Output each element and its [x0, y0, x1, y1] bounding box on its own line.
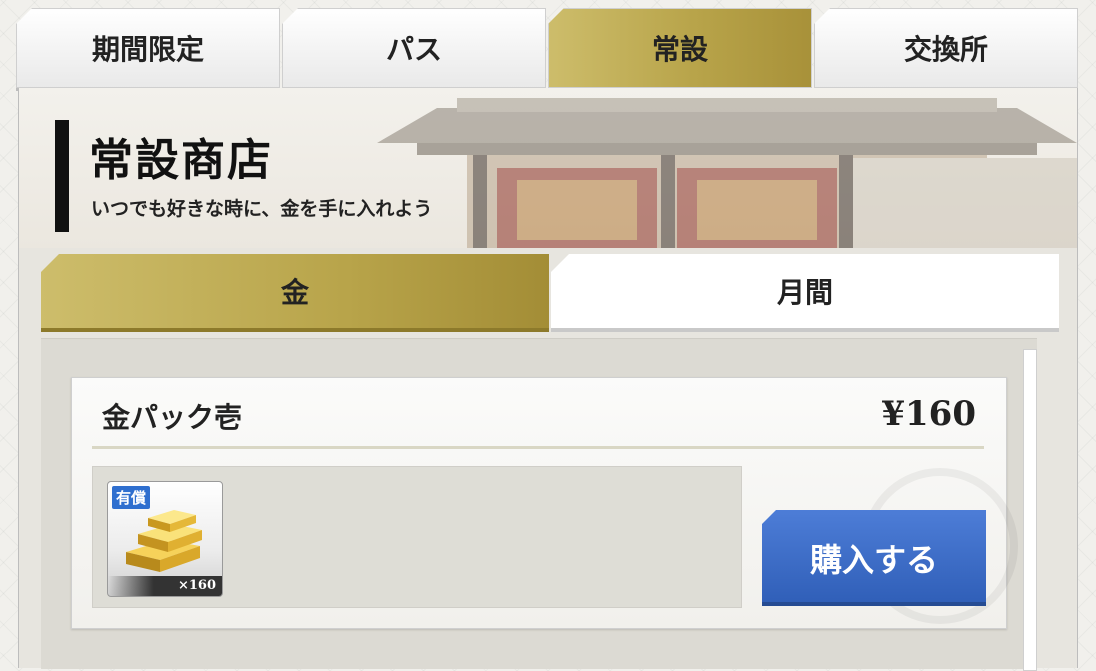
page-subtitle: いつでも好きな時に、金を手に入れよう — [91, 198, 433, 220]
buy-button[interactable]: 購入する — [762, 510, 986, 606]
scrollbar[interactable] — [1023, 349, 1037, 671]
subtab-monthly[interactable]: 月間 — [551, 254, 1059, 332]
paid-badge: 有償 — [112, 486, 151, 509]
item-quantity: ×160 — [108, 576, 222, 596]
tab-pass-label: パス — [385, 33, 442, 66]
product-price: ¥160 — [881, 394, 976, 434]
product-name: 金パック壱 — [102, 401, 243, 434]
tab-permanent[interactable]: 常設 — [548, 8, 812, 91]
temple-background-image — [377, 98, 1077, 248]
sub-tab-bar: 金 月間 — [41, 254, 1059, 332]
product-list: 金パック壱 ¥160 有償 ×160 購入する — [41, 338, 1037, 671]
product-card: 金パック壱 ¥160 有償 ×160 購入する — [71, 377, 1018, 629]
shop-panel: 常設商店 いつでも好きな時に、金を手に入れよう 金 月間 金パック壱 ¥160 — [18, 88, 1078, 671]
shop-header: 常設商店 いつでも好きな時に、金を手に入れよう — [19, 88, 1077, 248]
subtab-gold[interactable]: 金 — [41, 254, 549, 332]
tab-exchange[interactable]: 交換所 — [814, 8, 1078, 91]
title-accent-bar — [55, 120, 69, 232]
subtab-monthly-label: 月間 — [776, 276, 833, 309]
tab-permanent-label: 常設 — [651, 33, 708, 66]
product-contents: 有償 ×160 — [92, 466, 742, 608]
card-divider — [92, 446, 984, 449]
tab-exchange-label: 交換所 — [903, 33, 988, 66]
gold-bars-icon: 有償 ×160 — [107, 481, 223, 597]
subtab-gold-label: 金 — [280, 276, 309, 309]
page-title: 常設商店 — [89, 135, 273, 186]
tab-limited-label: 期間限定 — [91, 33, 204, 66]
top-tab-bar: 期間限定 パス 常設 交換所 — [16, 8, 1078, 91]
tab-limited[interactable]: 期間限定 — [16, 8, 280, 91]
tab-pass[interactable]: パス — [282, 8, 546, 91]
